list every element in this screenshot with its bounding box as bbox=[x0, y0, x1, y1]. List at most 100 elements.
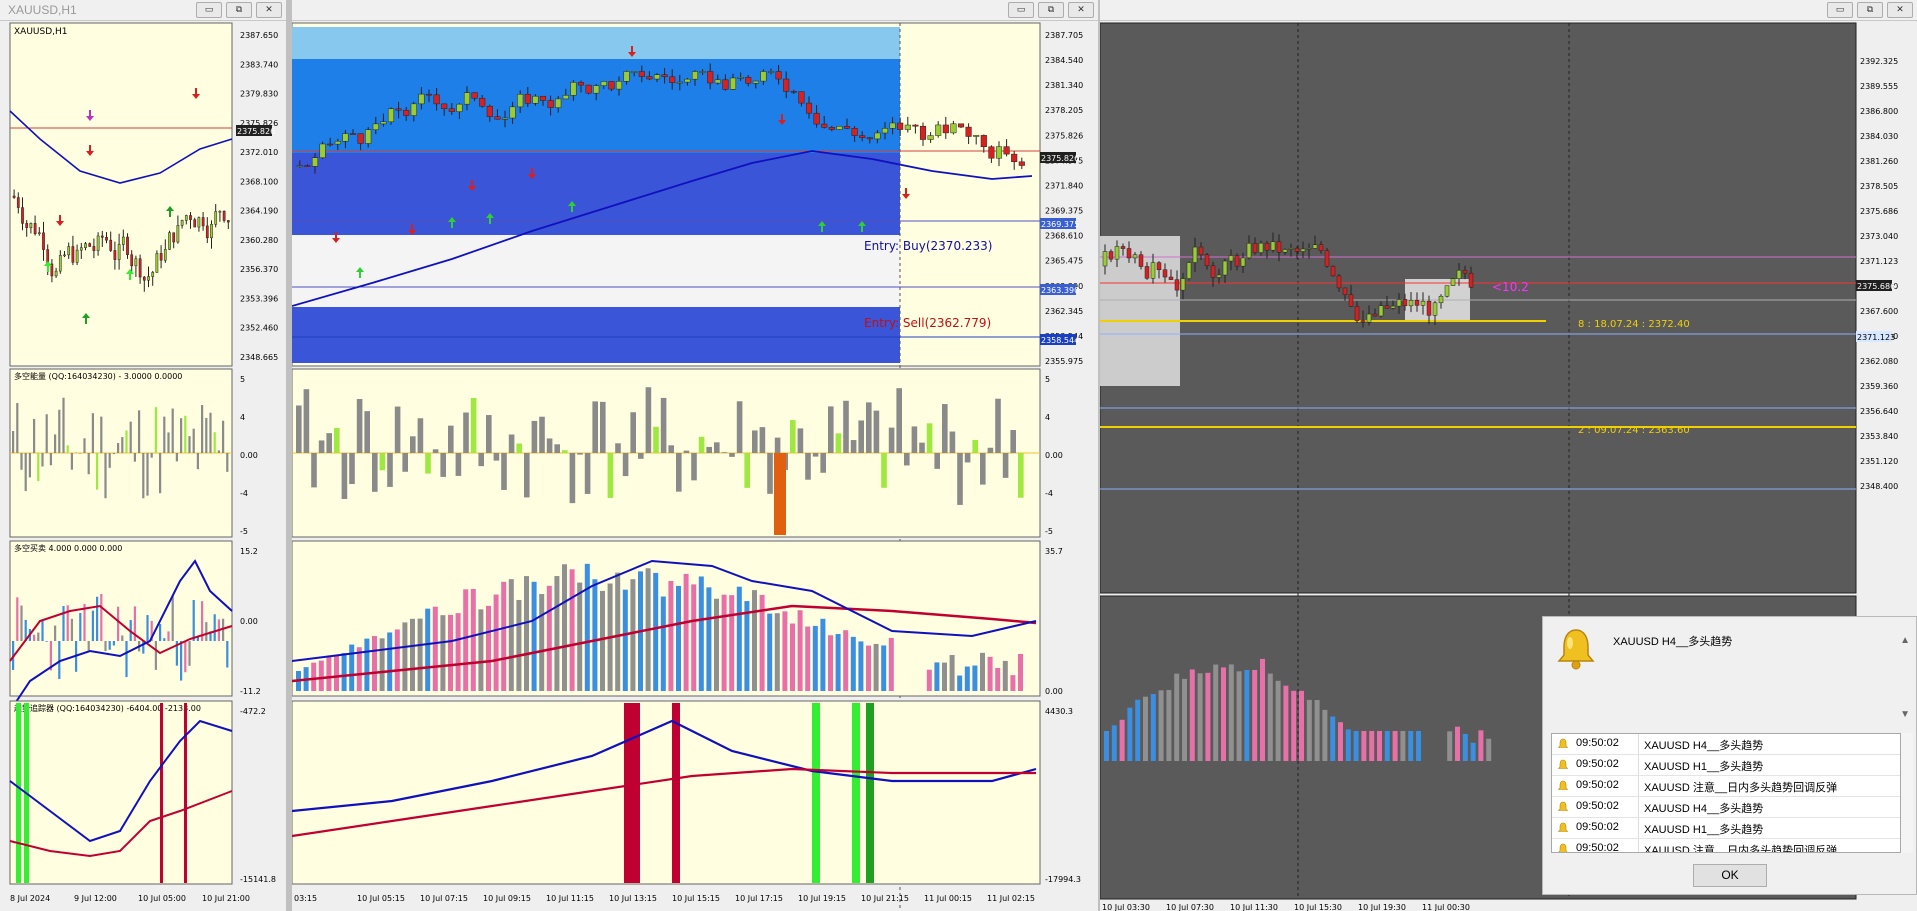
histogram-bar bbox=[79, 612, 82, 641]
histogram-bar bbox=[121, 437, 124, 453]
histogram-bar bbox=[843, 630, 849, 691]
c1-candle bbox=[134, 258, 138, 267]
c1-candle bbox=[184, 215, 188, 221]
histogram-bar bbox=[167, 631, 170, 641]
histogram-bar bbox=[782, 611, 788, 691]
price-axis-label: 2353.840 bbox=[1860, 432, 1898, 441]
close-button[interactable]: ✕ bbox=[1068, 2, 1094, 18]
histogram-bar bbox=[12, 431, 15, 453]
close-button[interactable]: ✕ bbox=[256, 2, 282, 18]
alert-row[interactable]: 09:50:02 XAUUSD 注意__日内多头趋势回调反弹 bbox=[1552, 839, 1900, 852]
alert-row[interactable]: 09:50:02 XAUUSD H1__多头趋势 bbox=[1552, 755, 1900, 776]
c1-candle bbox=[222, 210, 226, 221]
window-titlebar[interactable]: ▭ ⧉ ✕ bbox=[292, 0, 1098, 21]
chart-canvas[interactable]: Entry: Buy(2370.233) Entry: Sell(2362.779… bbox=[292, 21, 1098, 911]
histogram-bar bbox=[463, 412, 469, 453]
c2-candle bbox=[456, 103, 463, 112]
indicator-axis-label: -5 bbox=[240, 527, 248, 536]
scroll-up-icon[interactable]: ▲ bbox=[1900, 635, 1910, 646]
histogram-bar bbox=[904, 453, 910, 466]
c3-candle bbox=[1330, 265, 1336, 277]
histogram-bar bbox=[1392, 731, 1398, 761]
minimize-button[interactable]: ▭ bbox=[1827, 2, 1853, 18]
ok-button[interactable]: OK bbox=[1693, 864, 1767, 887]
entry-buy-label: Entry: Buy(2370.233) bbox=[864, 239, 992, 253]
histogram-bar bbox=[926, 669, 932, 691]
c3-candle bbox=[1186, 262, 1192, 279]
c1-candle bbox=[138, 258, 142, 278]
histogram-bar bbox=[1447, 731, 1453, 761]
window-titlebar[interactable]: XAUUSD,H1 ▭ ⧉ ✕ bbox=[0, 0, 286, 21]
histogram-bar bbox=[432, 449, 439, 453]
c3-candle bbox=[1168, 276, 1174, 280]
c1-candle bbox=[142, 276, 146, 281]
c2-candle bbox=[410, 103, 417, 116]
minimize-button[interactable]: ▭ bbox=[196, 2, 222, 18]
histogram-bar bbox=[615, 572, 621, 691]
alert-row[interactable]: 09:50:02 XAUUSD H4__多头趋势 bbox=[1552, 734, 1900, 755]
histogram-bar bbox=[592, 579, 598, 691]
c3-candle bbox=[1408, 300, 1414, 307]
c1-candle bbox=[193, 219, 197, 228]
c1-candle bbox=[147, 276, 150, 281]
list-scrollbar[interactable] bbox=[1901, 733, 1913, 853]
time-axis-label: 10 Jul 03:30 bbox=[1102, 903, 1150, 911]
c3-candle bbox=[1438, 295, 1444, 304]
histogram-bar bbox=[201, 405, 204, 453]
scroll-down-icon[interactable]: ▼ bbox=[1900, 709, 1910, 720]
histogram-bar bbox=[171, 595, 174, 641]
minimize-button[interactable]: ▭ bbox=[1008, 2, 1034, 18]
price-axis-label: 2381.260 bbox=[1860, 157, 1898, 166]
indicator-axis-label: 0.00 bbox=[1045, 451, 1063, 460]
c2-candle bbox=[752, 80, 759, 84]
c2-candle bbox=[866, 137, 873, 140]
c2-candle bbox=[570, 82, 577, 96]
histogram-bar bbox=[410, 618, 415, 691]
histogram-bar bbox=[54, 434, 57, 453]
window-titlebar[interactable]: ▭ ⧉ ✕ bbox=[1100, 0, 1917, 21]
price-axis-label: 2381.340 bbox=[1045, 81, 1083, 90]
price-tag-label: 2375.686 bbox=[1857, 282, 1895, 291]
restore-button[interactable]: ⧉ bbox=[226, 2, 252, 18]
chart-canvas[interactable]: XAUUSD,H1 2387.650 2383.740 2379.830 2375.82… bbox=[0, 21, 286, 911]
alert-row[interactable]: 09:50:02 XAUUSD H4__多头趋势 bbox=[1552, 797, 1900, 818]
alert-list[interactable]: 09:50:02 XAUUSD H4__多头趋势 09:50:02 XAUUSD H1… bbox=[1551, 733, 1901, 853]
restore-button[interactable]: ⧉ bbox=[1038, 2, 1064, 18]
indicator-axis-label: 4 bbox=[240, 413, 245, 422]
indicator-label: 多空买卖 4.000 0.000 0.000 bbox=[14, 543, 122, 553]
histogram-bar bbox=[142, 453, 145, 499]
c2-candle bbox=[403, 109, 410, 116]
c3-candle bbox=[1432, 302, 1438, 316]
histogram-bar bbox=[1244, 669, 1250, 761]
price-axis-label: 2379.830 bbox=[240, 90, 278, 99]
histogram-bar bbox=[744, 453, 750, 488]
c2-candle bbox=[577, 82, 585, 86]
c2-candle bbox=[372, 123, 379, 130]
alert-row[interactable]: 09:50:02 XAUUSD H1__多头趋势 bbox=[1552, 818, 1900, 839]
alert-row[interactable]: 09:50:02 XAUUSD 注意__日内多头趋势回调反弹 bbox=[1552, 776, 1900, 797]
price-axis-label: 2352.460 bbox=[240, 324, 278, 333]
column-divider bbox=[1638, 776, 1639, 796]
chart-svg[interactable]: Entry: Buy(2370.233) Entry: Sell(2362.779… bbox=[292, 21, 1098, 911]
time-axis-label: 10 Jul 17:15 bbox=[735, 894, 783, 903]
histogram-bar bbox=[129, 421, 132, 453]
price-axis-label: 2353.396 bbox=[240, 294, 278, 303]
histogram-bar bbox=[995, 398, 1001, 453]
restore-button[interactable]: ⧉ bbox=[1857, 2, 1883, 18]
histogram-bar bbox=[1158, 690, 1164, 761]
c1-candle bbox=[42, 232, 45, 250]
close-button[interactable]: ✕ bbox=[1887, 2, 1913, 18]
signal-bar bbox=[672, 703, 680, 883]
c3-candle bbox=[1456, 270, 1462, 279]
c2-candle bbox=[935, 124, 942, 136]
histogram-bar bbox=[1252, 669, 1258, 761]
c3-candle bbox=[1132, 254, 1138, 259]
chart-svg[interactable]: XAUUSD,H1 2387.650 2383.740 2379.830 2375.82… bbox=[0, 21, 286, 911]
c3-candle bbox=[1174, 279, 1180, 291]
price-axis-label: 2356.370 bbox=[240, 265, 278, 274]
c2-candle bbox=[509, 106, 516, 119]
histogram-bar bbox=[524, 576, 529, 691]
c2-candle bbox=[1018, 161, 1025, 166]
price-axis-label: 2387.705 bbox=[1045, 31, 1083, 40]
price-axis-label: 2364.190 bbox=[240, 207, 278, 216]
